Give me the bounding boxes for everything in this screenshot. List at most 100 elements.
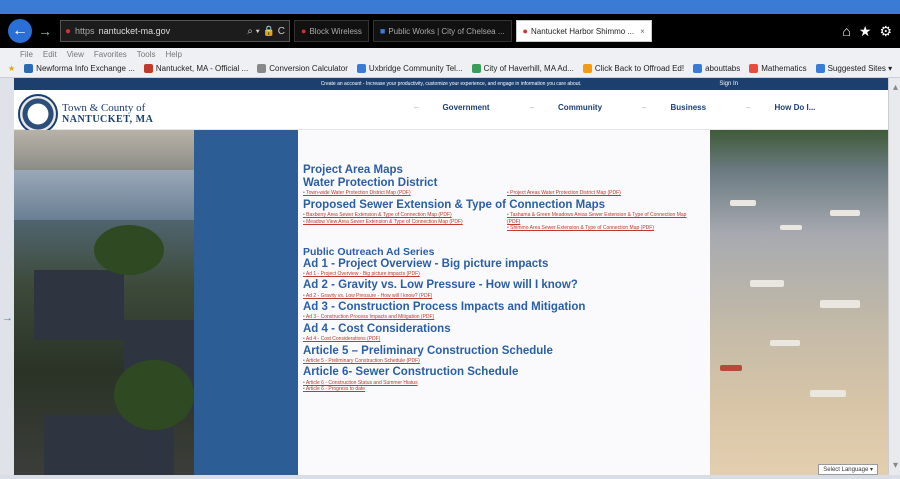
favorite-label: Suggested Sites ▾	[827, 64, 893, 73]
favorite-icon	[582, 64, 592, 73]
star-icon[interactable]: ★	[859, 23, 872, 40]
nav-caret-icon: –	[414, 103, 419, 112]
heading-ad-1: Ad 1 - Project Overview - Big picture im…	[303, 257, 549, 270]
heading-sewer-extension: Proposed Sewer Extension & Type of Conne…	[303, 198, 606, 211]
harbor-photo-right	[710, 130, 888, 475]
favorites-bar: ★ Newforma Info Exchange ... Nantucket, …	[0, 60, 900, 78]
home-icon[interactable]: ⌂	[842, 23, 850, 40]
nav-caret-icon: –	[746, 103, 751, 112]
harbor-photo-left	[14, 130, 194, 475]
tree	[114, 360, 194, 430]
town-seal-logo[interactable]	[18, 94, 58, 134]
nav-label: How Do I...	[774, 103, 816, 112]
tab-favicon-icon: ●	[522, 26, 528, 36]
favorite-item[interactable]: Click Back to Offroad Ed!	[582, 64, 684, 73]
menu-edit[interactable]: Edit	[43, 50, 57, 59]
nav-how-do-i[interactable]: – How Do I...	[746, 103, 815, 112]
favorite-item[interactable]: Conversion Calculator	[257, 64, 348, 73]
left-page-margin	[0, 78, 14, 475]
water-protection-links: Town-wide Water Protection District Map …	[303, 190, 710, 197]
link-project-areas-wpd-map[interactable]: Project Areas Water Protection District …	[507, 190, 697, 197]
brand-line-1: Town & County of	[62, 102, 146, 114]
tab-nantucket-harbor[interactable]: ● Nantucket Harbor Shimmo ... ×	[515, 20, 652, 42]
favorite-icon	[815, 64, 825, 73]
tree	[94, 225, 164, 275]
site-header: Town & County of NANTUCKET, MA – Governme…	[14, 90, 888, 134]
boat	[750, 280, 784, 287]
favorite-icon	[749, 64, 759, 73]
menu-favorites[interactable]: Favorites	[94, 50, 127, 59]
site-brand[interactable]: Town & County of NANTUCKET, MA	[62, 102, 153, 125]
back-button[interactable]: ←	[8, 19, 32, 43]
favorite-icon	[471, 64, 481, 73]
favorites-star-icon[interactable]: ★	[8, 64, 15, 73]
site-account-banner: Create an account - Increase your produc…	[14, 78, 888, 90]
boat	[830, 210, 860, 216]
tab-bar: ← → ● https nantucket-ma.gov ⌕ ▾ 🔒 C ● B…	[0, 14, 900, 48]
url-text: nantucket-ma.gov	[98, 26, 171, 36]
heading-ad-4: Ad 4 - Cost Considerations	[303, 322, 451, 335]
favorite-label: City of Haverhill, MA Ad...	[483, 64, 574, 73]
menu-view[interactable]: View	[67, 50, 84, 59]
favorite-label: abouttabs	[705, 64, 741, 73]
scroll-down-icon[interactable]: ▾	[893, 460, 898, 471]
forward-arrow-icon: →	[38, 23, 52, 39]
nav-caret-icon: –	[642, 103, 647, 112]
main-navigation: – Government – Community – Business – How Do…	[414, 103, 855, 112]
favorite-item[interactable]: abouttabs	[693, 64, 740, 73]
nav-label: Government	[442, 103, 490, 112]
menu-tools[interactable]: Tools	[137, 50, 156, 59]
gear-icon[interactable]: ⚙	[879, 23, 892, 40]
nav-business[interactable]: – Business	[642, 103, 706, 112]
tab-label: Public Works | City of Chelsea ...	[388, 26, 505, 36]
address-controls[interactable]: ⌕ ▾ 🔒 C	[247, 26, 289, 37]
tab-favicon-icon: ●	[301, 26, 307, 36]
link-meadow-view-map[interactable]: Meadow View Area Sewer Extension & Type …	[303, 219, 493, 226]
menu-help[interactable]: Help	[165, 50, 181, 59]
tab-label: Nantucket Harbor Shimmo ...	[530, 26, 635, 36]
heading-article-6: Article 6- Sewer Construction Schedule	[303, 366, 519, 379]
site-favicon-icon: ●	[65, 25, 72, 37]
favorite-label: Conversion Calculator	[269, 64, 348, 73]
back-arrow-icon: ←	[12, 22, 28, 39]
select-language-button[interactable]: Select Language ▾	[818, 464, 878, 475]
sign-in-link[interactable]: Sign In	[719, 81, 738, 87]
sewer-extension-links: Baxberry Area Sewer Extension & Type of …	[303, 212, 710, 232]
boat	[770, 340, 800, 346]
harbor-water	[14, 170, 194, 220]
link-shimmo-map[interactable]: Shimmo Area Sewer Extension & Type of Co…	[507, 225, 697, 232]
favorite-icon	[693, 64, 703, 73]
favorite-item[interactable]: Suggested Sites ▾	[815, 64, 893, 73]
favorite-item[interactable]: Mathematics	[749, 64, 807, 73]
window-icons: ⌂ ★ ⚙	[842, 23, 892, 40]
tab-close-icon[interactable]: ×	[640, 27, 645, 36]
favorite-label: Newforma Info Exchange ...	[36, 64, 135, 73]
url-scheme: https	[75, 26, 95, 36]
link-town-wide-wpd-map[interactable]: Town-wide Water Protection District Map …	[303, 190, 493, 197]
favorite-icon	[257, 64, 267, 73]
forward-button[interactable]: →	[38, 23, 52, 39]
favorite-item[interactable]: City of Haverhill, MA Ad...	[471, 64, 574, 73]
heading-water-protection: Water Protection District	[303, 177, 438, 190]
favorite-label: Mathematics	[761, 64, 807, 73]
tab-public-works[interactable]: ■ Public Works | City of Chelsea ...	[372, 20, 512, 42]
account-banner-text[interactable]: Create an account - Increase your produc…	[321, 81, 582, 87]
favorite-label: Uxbridge Community Tel...	[368, 64, 463, 73]
nav-community[interactable]: – Community	[530, 103, 602, 112]
heading-project-area-maps: Project Area Maps	[303, 164, 403, 176]
nav-government[interactable]: – Government	[414, 103, 490, 112]
boat	[780, 225, 802, 230]
boat	[820, 300, 860, 308]
address-bar[interactable]: ● https nantucket-ma.gov ⌕ ▾ 🔒 C	[60, 20, 290, 42]
boat	[810, 390, 846, 397]
vertical-scrollbar[interactable]	[888, 78, 900, 475]
browser-window: ← → ● https nantucket-ma.gov ⌕ ▾ 🔒 C ● B…	[0, 0, 900, 479]
favorite-item[interactable]: Newforma Info Exchange ...	[24, 64, 135, 73]
menu-file[interactable]: File	[20, 50, 33, 59]
favorite-item[interactable]: Nantucket, MA - Official ...	[143, 64, 248, 73]
scroll-up-icon[interactable]: ▴	[893, 82, 898, 93]
tab-block-wireless[interactable]: ● Block Wireless	[294, 20, 369, 42]
link-article-6-progress[interactable]: Article 6 - Progress to date	[303, 386, 710, 393]
link-tashama-green-meadows-map[interactable]: Tashama & Green Meadows Areas Sewer Exte…	[507, 212, 697, 225]
favorite-item[interactable]: Uxbridge Community Tel...	[356, 64, 463, 73]
